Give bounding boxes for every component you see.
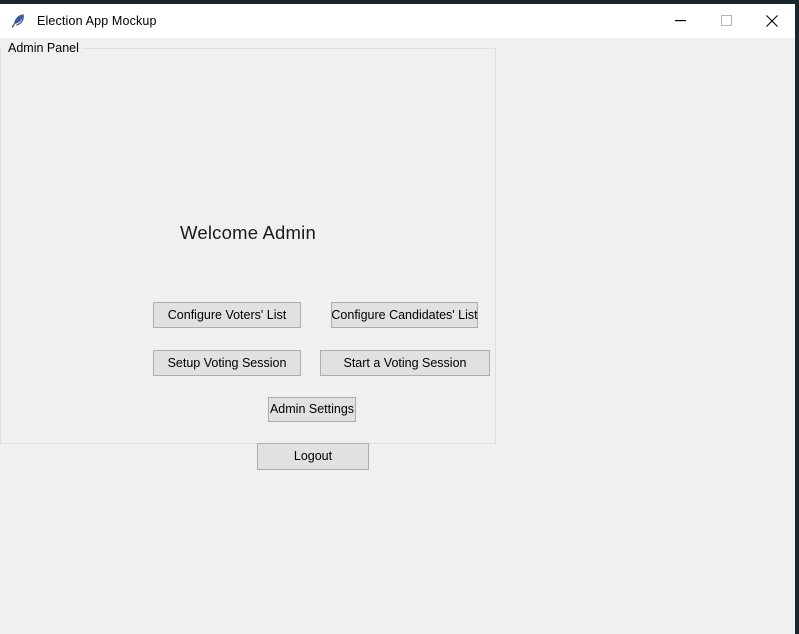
- panel-border-right: [495, 48, 496, 444]
- admin-settings-button[interactable]: Admin Settings: [268, 397, 356, 422]
- admin-panel-legend: Admin Panel: [8, 40, 82, 56]
- maximize-icon[interactable]: [703, 4, 749, 37]
- setup-voting-session-button[interactable]: Setup Voting Session: [153, 350, 301, 376]
- client-area: Admin Panel Welcome Admin Configure Vote…: [0, 38, 795, 634]
- welcome-heading: Welcome Admin: [180, 222, 316, 243]
- application-window: Election App Mockup Admin Panel Welcome …: [0, 4, 795, 634]
- minimize-icon[interactable]: [657, 4, 703, 37]
- feather-icon: [10, 12, 28, 30]
- configure-candidates-list-button[interactable]: Configure Candidates' List: [331, 302, 478, 328]
- panel-content: Welcome Admin Configure Voters' List Con…: [1, 49, 495, 470]
- window-controls: [657, 4, 795, 37]
- logout-button[interactable]: Logout: [257, 443, 369, 470]
- start-voting-session-button[interactable]: Start a Voting Session: [320, 350, 490, 376]
- close-icon[interactable]: [749, 4, 795, 37]
- admin-panel-frame: Admin Panel Welcome Admin Configure Vote…: [0, 40, 496, 470]
- title-bar: Election App Mockup: [0, 4, 795, 38]
- desktop-backdrop: Election App Mockup Admin Panel Welcome …: [0, 0, 799, 634]
- window-title: Election App Mockup: [37, 13, 157, 28]
- panel-border-bottom: [0, 443, 496, 444]
- configure-voters-list-button[interactable]: Configure Voters' List: [153, 302, 301, 328]
